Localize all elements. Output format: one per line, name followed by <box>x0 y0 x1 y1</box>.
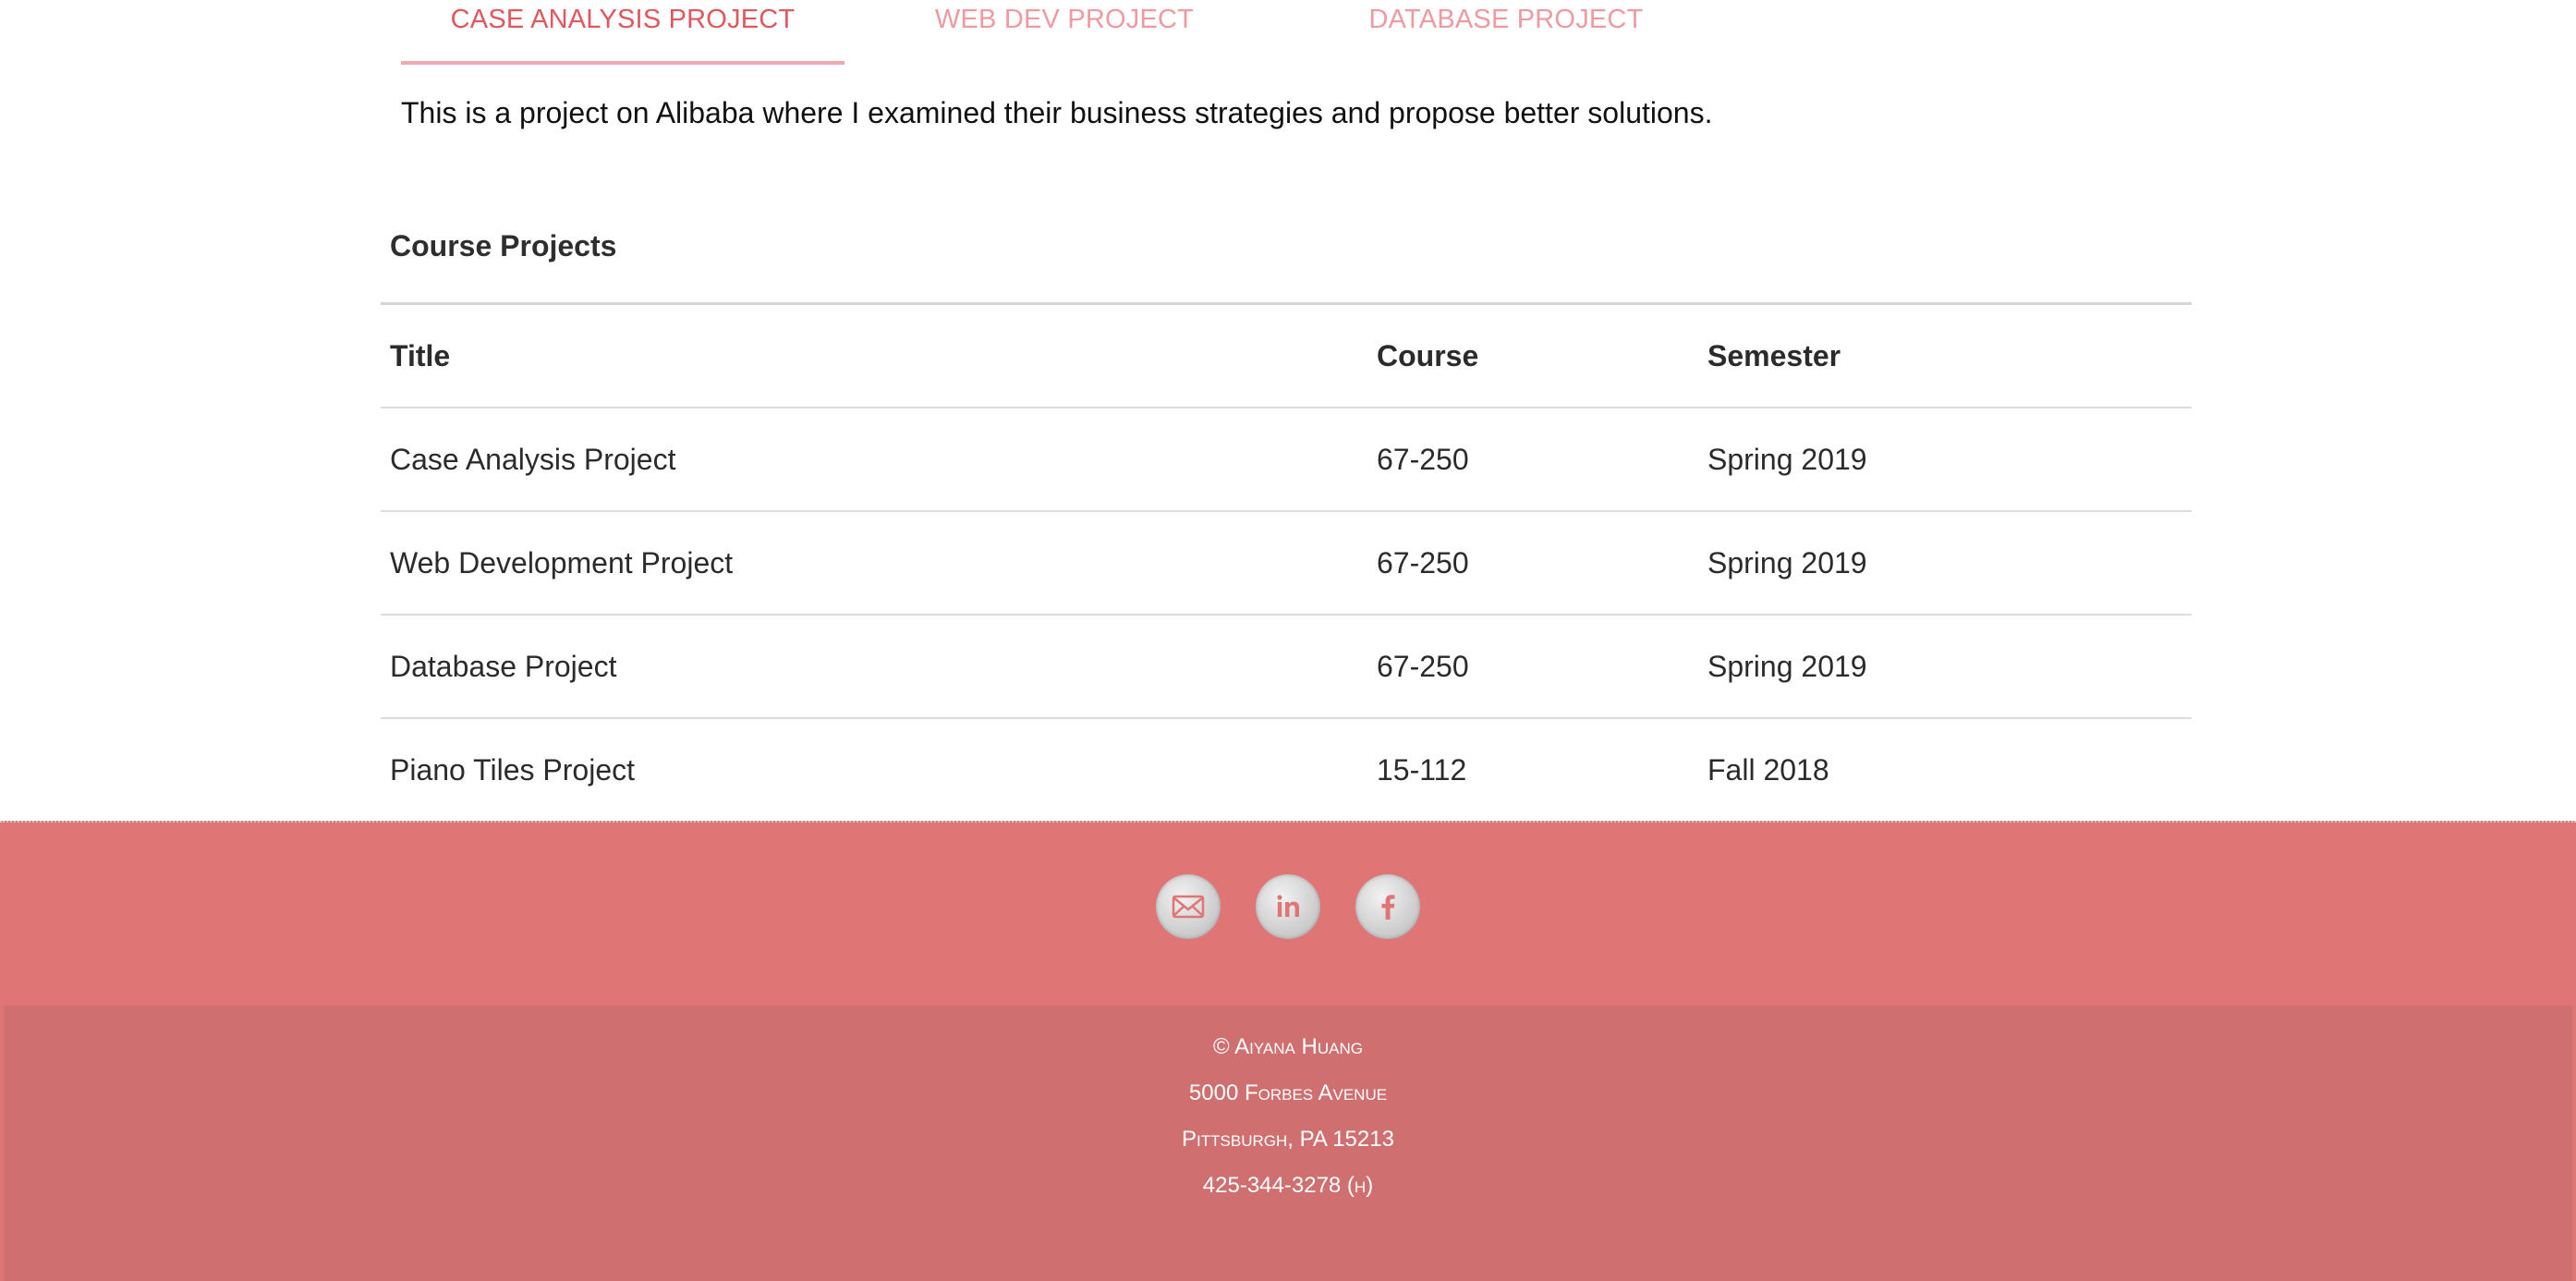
cell-course: 15-112 <box>1377 752 1467 787</box>
table-row: Piano Tiles Project 15-112 Fall 2018 <box>381 718 2192 821</box>
cell-course: 67-250 <box>1367 615 1698 719</box>
table-row: Database Project 67-250 Spring 2019 <box>381 615 2192 719</box>
tab-database-project[interactable]: Database Project <box>1284 0 1728 61</box>
table-row: Case Analysis Project 67-250 Spring 2019 <box>381 408 2192 512</box>
tab-case-analysis-project[interactable]: Case Analysis Project <box>401 0 844 65</box>
tab-content-description: This is a project on Alibaba where I exa… <box>401 96 1713 129</box>
copyright-text: © Aiyana Huang <box>1213 1034 1363 1059</box>
cell-course: 67-250 <box>1367 408 1698 512</box>
table-caption: Course Projects <box>390 229 617 262</box>
table-header-row: Title Course Semester <box>381 303 2192 409</box>
cell-title: Piano Tiles Project <box>390 752 636 787</box>
table-row: Web Development Project 67-250 Spring 20… <box>381 511 2192 616</box>
email-icon[interactable] <box>1155 874 1221 939</box>
course-projects-table: Title Course Semester Case Analysis Proj… <box>381 302 2192 821</box>
linkedin-icon[interactable] <box>1256 874 1320 939</box>
cell-semester: Fall 2018 <box>1707 752 1829 787</box>
cell-title: Web Development Project <box>381 511 1367 616</box>
cell-course: 67-250 <box>1367 511 1698 616</box>
column-header-course: Course <box>1367 303 1698 409</box>
address-line-1: 5000 Forbes Avenue <box>1188 1080 1388 1105</box>
cell-semester: Spring 2019 <box>1698 511 2192 616</box>
facebook-icon[interactable] <box>1355 874 1421 939</box>
address-line-2: Pittsburgh, PA 15213 <box>1182 1127 1394 1152</box>
column-header-title: Title <box>381 303 1367 409</box>
cell-title: Case Analysis Project <box>381 408 1367 512</box>
social-links <box>0 874 2576 941</box>
phone-number: 425-344-3278 (h) <box>1202 1173 1374 1198</box>
cell-title: Database Project <box>381 615 1367 719</box>
footer-contact: © Aiyana Huang 5000 Forbes Avenue Pittsb… <box>4 1006 2572 1281</box>
tab-web-dev-project[interactable]: Web Dev Project <box>843 0 1286 61</box>
cell-semester: Spring 2019 <box>1698 408 2192 512</box>
footer: © Aiyana Huang 5000 Forbes Avenue Pittsb… <box>0 821 2576 1281</box>
column-header-semester: Semester <box>1698 303 2192 409</box>
project-tabs: Case Analysis Project Web Dev Project Da… <box>401 0 1787 65</box>
cell-semester: Spring 2019 <box>1698 615 2192 719</box>
